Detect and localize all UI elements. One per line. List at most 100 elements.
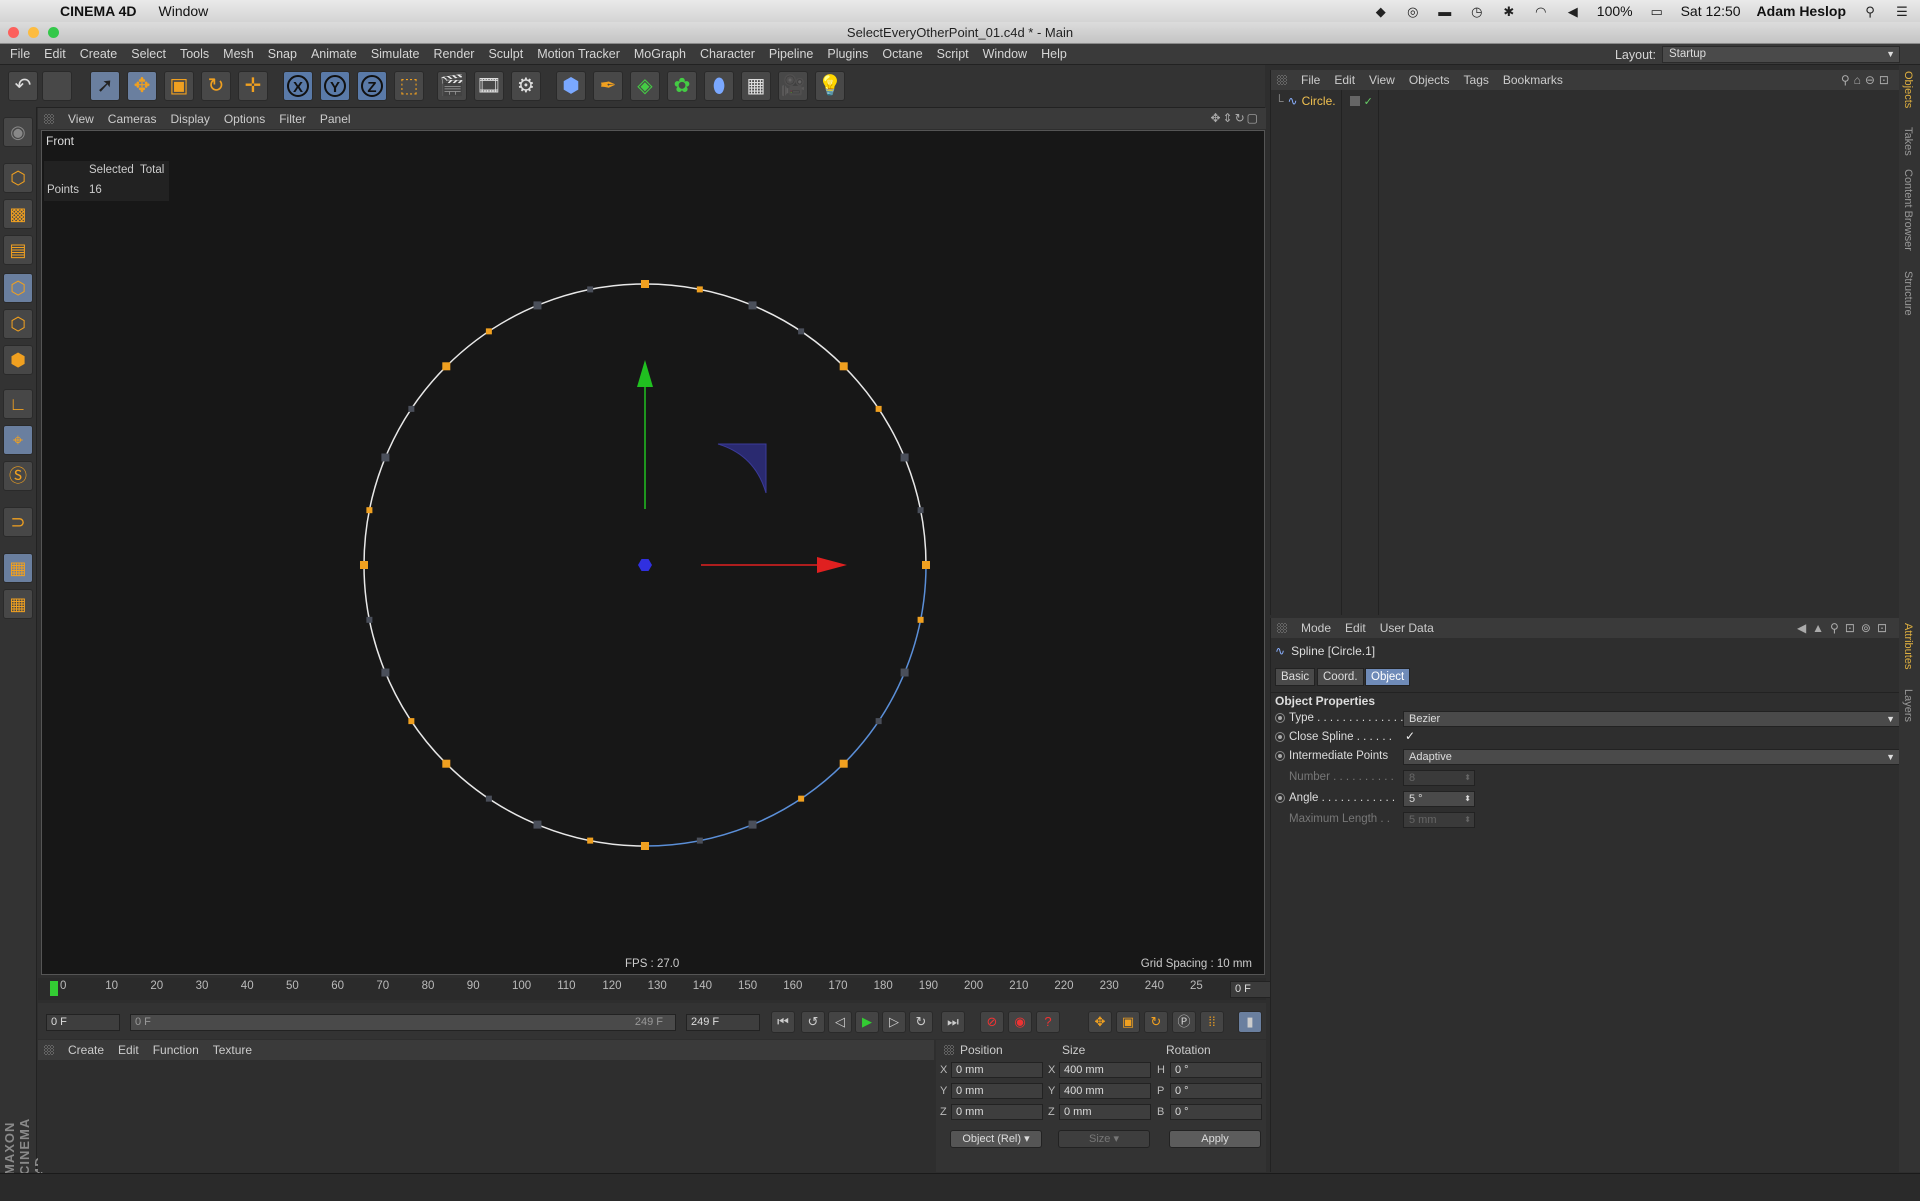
axis-x-lock-button[interactable]: X (283, 71, 313, 101)
time-machine-icon[interactable]: ◷ (1469, 5, 1485, 18)
spline-point-selected[interactable] (641, 842, 649, 850)
position-x-field[interactable]: 0 mm (951, 1062, 1043, 1078)
menu-sculpt[interactable]: Sculpt (488, 47, 523, 61)
spline-point-selected[interactable] (798, 795, 805, 802)
spline-point[interactable] (485, 795, 492, 802)
panel-grip-icon[interactable] (944, 1045, 954, 1055)
spline-point-selected[interactable] (408, 718, 415, 725)
dropbox-icon[interactable]: ◆ (1373, 5, 1389, 18)
animate-radio-icon[interactable] (1275, 713, 1285, 723)
spline-point[interactable] (366, 616, 373, 623)
texture-mode-button[interactable]: ▩ (3, 199, 33, 229)
spline-point-selected[interactable] (485, 328, 492, 335)
last-tool-button[interactable]: ✛ (238, 71, 268, 101)
timeline-ruler[interactable]: 0 10 20 30 40 50 60 70 80 90 100 110 120 130 140 150 160… (38, 978, 1308, 1000)
viewport-menu-filter[interactable]: Filter (279, 112, 306, 126)
playhead-marker[interactable] (50, 981, 58, 996)
material-menu-create[interactable]: Create (68, 1043, 104, 1057)
mac-app-name[interactable]: CINEMA 4D (60, 3, 137, 19)
size-x-field[interactable]: 400 mm (1059, 1062, 1151, 1078)
spline-point[interactable] (381, 453, 390, 462)
side-tab-structure[interactable]: Structure (1902, 271, 1914, 316)
animate-radio-icon[interactable] (1275, 793, 1285, 803)
layout-dropdown[interactable]: Startup ▼ (1662, 46, 1900, 63)
object-name[interactable]: Circle. (1302, 94, 1336, 108)
menu-select[interactable]: Select (131, 47, 166, 61)
axis-y-lock-button[interactable]: Y (320, 71, 350, 101)
menu-simulate[interactable]: Simulate (371, 47, 420, 61)
objects-menu-bookmarks[interactable]: Bookmarks (1503, 73, 1563, 87)
autokeying-button[interactable]: ◉ (1008, 1011, 1032, 1033)
wifi-icon[interactable]: ◠ (1533, 5, 1549, 18)
objects-menu-edit[interactable]: Edit (1334, 73, 1355, 87)
record-active-objects-button[interactable]: ⊘ (980, 1011, 1004, 1033)
subdivision-surface-button[interactable]: ◈ (630, 71, 660, 101)
menu-edit[interactable]: Edit (44, 47, 66, 61)
make-editable-button[interactable]: ◉ (3, 117, 33, 147)
rotation-b-field[interactable]: 0 ° (1170, 1104, 1262, 1120)
animate-radio-icon[interactable] (1275, 732, 1285, 742)
material-menu-edit[interactable]: Edit (118, 1043, 139, 1057)
notification-center-icon[interactable]: ☰ (1894, 5, 1910, 18)
menu-mograph[interactable]: MoGraph (634, 47, 686, 61)
menu-window[interactable]: Window (983, 47, 1027, 61)
objects-menu-file[interactable]: File (1301, 73, 1320, 87)
3d-viewport[interactable]: Front Selected Total Points 16 FPS : 27.… (41, 130, 1265, 975)
previous-frame-button[interactable]: ◁ (828, 1011, 852, 1033)
objects-toolbar-icons[interactable]: ⚲⌂⊖⊡ (1841, 73, 1893, 87)
viewport-menu-cameras[interactable]: Cameras (108, 112, 157, 126)
tab-coord[interactable]: Coord. (1317, 668, 1364, 686)
menu-motion-tracker[interactable]: Motion Tracker (537, 47, 620, 61)
panel-grip-icon[interactable] (1277, 623, 1287, 633)
tweak-mode-button[interactable]: ⌖ (3, 425, 33, 455)
spline-point[interactable] (696, 837, 703, 844)
objects-menu-view[interactable]: View (1369, 73, 1395, 87)
snapping-button[interactable]: Ⓢ (3, 461, 33, 491)
record-parameter-button[interactable]: Ⓟ (1172, 1011, 1196, 1033)
menu-pipeline[interactable]: Pipeline (769, 47, 813, 61)
volume-icon[interactable]: ◀ (1565, 5, 1581, 18)
object-row-circle[interactable]: └ ∿ Circle. ✓ (1275, 94, 1373, 108)
planar-workplane-button[interactable]: ▦ (3, 589, 33, 619)
menu-extra-icon[interactable]: ▬ (1437, 5, 1453, 18)
type-dropdown[interactable]: Bezier ▼ (1403, 711, 1900, 727)
keyframe-selection-button[interactable]: ? (1036, 1011, 1060, 1033)
next-frame-button[interactable]: ▷ (882, 1011, 906, 1033)
polygons-mode-button[interactable]: ⬢ (3, 345, 33, 375)
spline-point[interactable] (533, 301, 542, 310)
menu-render[interactable]: Render (433, 47, 474, 61)
tab-basic[interactable]: Basic (1275, 668, 1316, 686)
coordinate-system-button[interactable]: ⬚ (394, 71, 424, 101)
live-selection-button[interactable]: ➚ (90, 71, 120, 101)
enabled-check-icon[interactable]: ✓ (1364, 95, 1373, 108)
spline-point[interactable] (381, 668, 390, 677)
render-settings-button[interactable]: ⚙ (511, 71, 541, 101)
start-frame-field[interactable]: 0 F (46, 1014, 120, 1031)
spline-point[interactable] (533, 820, 542, 829)
size-mode-dropdown[interactable]: Size ▾ (1058, 1130, 1150, 1148)
spline-point-selected[interactable] (587, 837, 594, 844)
record-position-button[interactable]: ✥ (1088, 1011, 1112, 1033)
move-tool-button[interactable]: ✥ (127, 71, 157, 101)
spline-point[interactable] (875, 718, 882, 725)
menu-character[interactable]: Character (700, 47, 755, 61)
axis-mode-button[interactable]: ∟ (3, 389, 33, 419)
light-button[interactable]: 💡 (815, 71, 845, 101)
side-tab-attributes[interactable]: Attributes (1902, 623, 1914, 669)
rotate-tool-button[interactable]: ↻ (201, 71, 231, 101)
x-axis-arrow[interactable] (817, 557, 847, 573)
viewport-menu-panel[interactable]: Panel (320, 112, 351, 126)
rotation-p-field[interactable]: 0 ° (1170, 1083, 1262, 1099)
model-mode-button[interactable]: ⬡ (3, 163, 33, 193)
side-tab-takes[interactable]: Takes (1902, 127, 1914, 156)
next-key-button[interactable]: ↻ (909, 1011, 933, 1033)
tab-object[interactable]: Object (1365, 668, 1411, 686)
camera-button[interactable]: 🎥 (778, 71, 808, 101)
workplane-mode-button[interactable]: ▤ (3, 235, 33, 265)
spline-point-selected[interactable] (696, 286, 703, 293)
spline-point[interactable] (917, 507, 924, 514)
spline-point[interactable] (748, 820, 757, 829)
bluetooth-icon[interactable]: ✱ (1501, 5, 1517, 18)
minimize-window-icon[interactable] (28, 27, 39, 38)
floor-button[interactable]: ▦ (741, 71, 771, 101)
